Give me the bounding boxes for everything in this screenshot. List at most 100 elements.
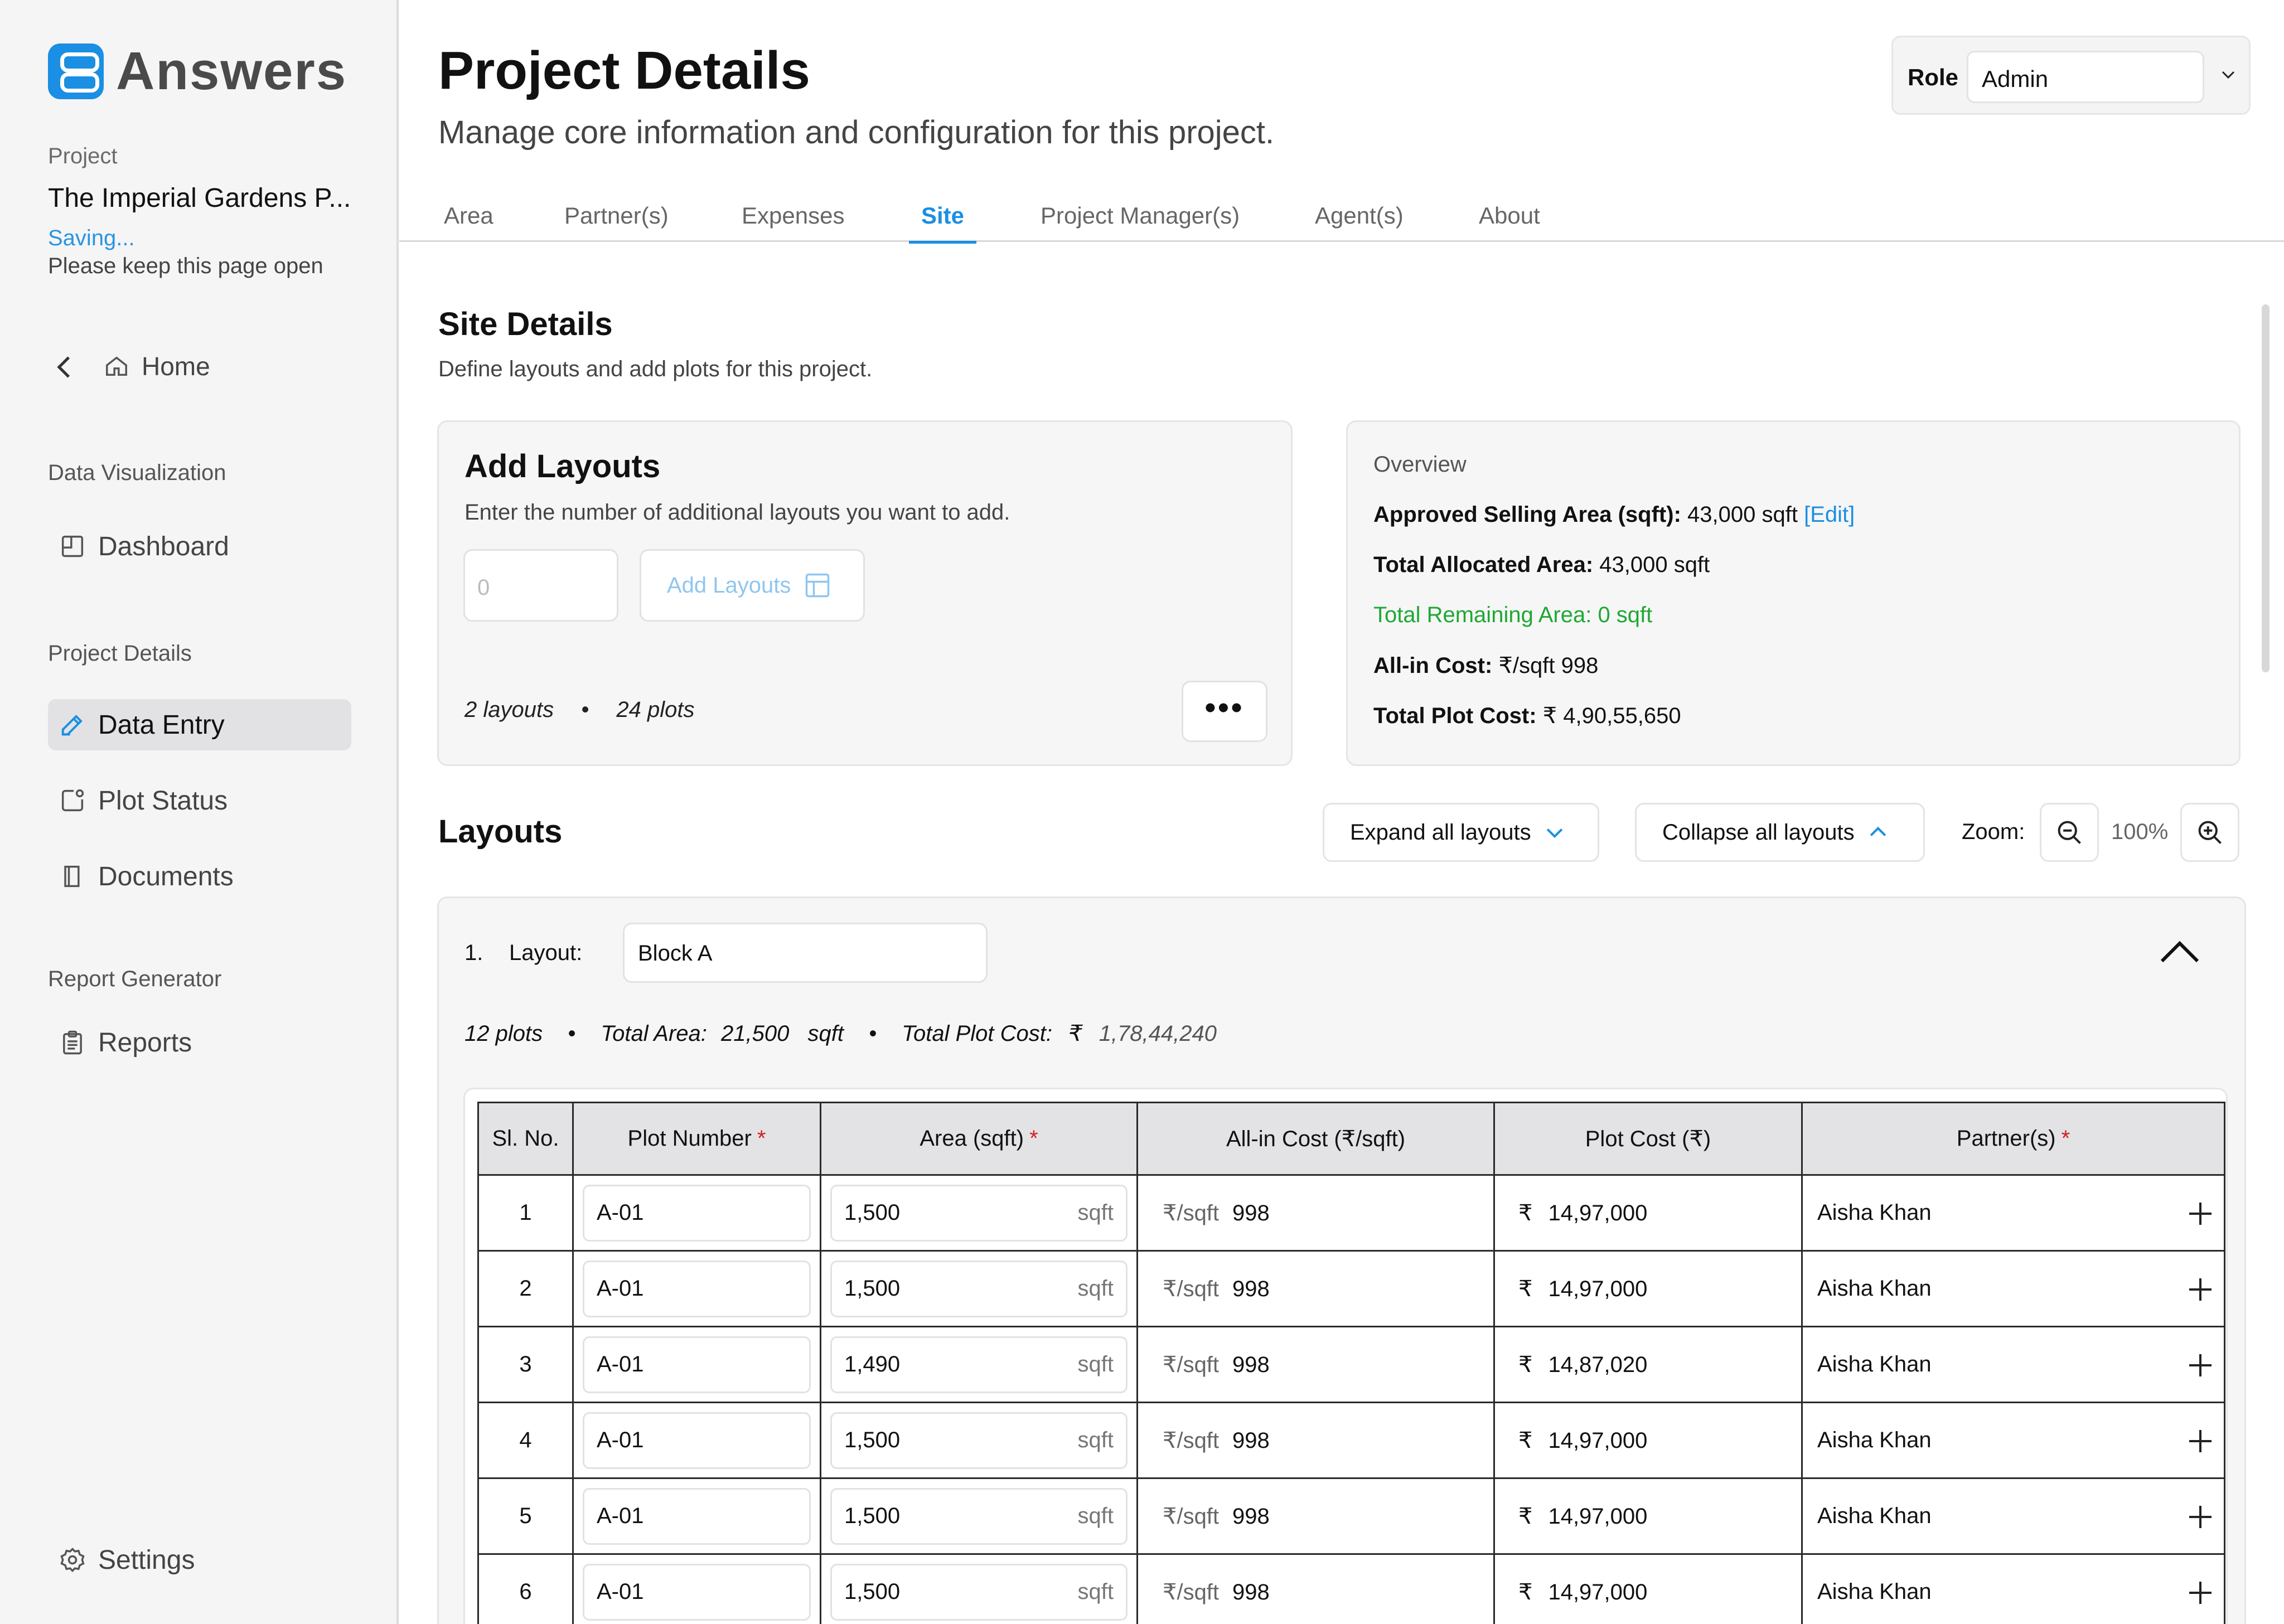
plot-number-cell: A-01 [572, 1326, 821, 1403]
plot-number-cell: A-01 [572, 1402, 821, 1479]
sidebar-item-label: Documents [98, 861, 234, 891]
partner-cell: Aisha Khan [1801, 1402, 2225, 1479]
sl-no-cell: 1 [477, 1174, 574, 1252]
allin-cost-label: All-in Cost: [1373, 653, 1493, 678]
plot-cost-cell: ₹14,97,000 [1493, 1250, 1803, 1327]
tab-area[interactable]: Area [444, 201, 493, 242]
plot-number-input[interactable]: A-01 [583, 1336, 811, 1393]
layout-cost-value: 1,78,44,240 [1099, 1021, 1217, 1046]
allin-cost-cell: ₹/sqft 998 [1136, 1477, 1495, 1555]
zoom-out-icon [2058, 821, 2081, 844]
app-name: Answers [116, 41, 347, 101]
partner-cell: Aisha Khan [1801, 1250, 2225, 1327]
home-icon [106, 356, 127, 376]
area-input[interactable]: 1,500 sqft [830, 1487, 1128, 1545]
sidebar-item-plot-status[interactable]: Plot Status [48, 775, 351, 826]
sidebar-item-reports[interactable]: Reports [48, 1017, 351, 1068]
plot-number-input[interactable]: A-01 [583, 1260, 811, 1317]
required-marker: * [2061, 1126, 2070, 1151]
header-sl-no: Sl. No. [477, 1102, 574, 1176]
add-layouts-button[interactable]: Add Layouts [640, 549, 865, 622]
currency-symbol: ₹ [1518, 1504, 1533, 1529]
layout-name-input[interactable]: Block A [623, 923, 988, 983]
layout-cost-label: Total Plot Cost: [902, 1021, 1052, 1046]
area-cell: 1,490 sqft [820, 1326, 1138, 1403]
zoom-in-icon [2198, 821, 2222, 844]
table-row: 6 A-01 1,500 sqft ₹/sqft 998 ₹14,97,000 Aisha K… [477, 1553, 2225, 1624]
tab-expenses[interactable]: Expenses [742, 201, 844, 242]
nav-section-project-details: Project Details [48, 641, 192, 666]
approved-area-label: Approved Selling Area (sqft): [1373, 502, 1681, 527]
tab-partners[interactable]: Partner(s) [564, 201, 669, 242]
partner-cell: Aisha Khan [1801, 1326, 2225, 1403]
plot-number-input[interactable]: A-01 [583, 1563, 811, 1621]
tab-project-managers[interactable]: Project Manager(s) [1041, 201, 1240, 242]
add-partner-icon[interactable] [2189, 1278, 2212, 1301]
more-options-button[interactable]: ••• [1182, 681, 1267, 742]
plot-number-input[interactable]: A-01 [583, 1184, 811, 1242]
total-plot-cost-value: ₹ 4,90,55,650 [1542, 704, 1681, 728]
sl-no-cell: 6 [477, 1553, 574, 1624]
layout-summary: 2 layouts • 24 plots [464, 697, 694, 723]
sl-no-cell: 4 [477, 1402, 574, 1479]
zoom-out-button[interactable] [2040, 803, 2099, 862]
add-layouts-subtitle: Enter the number of additional layouts y… [464, 500, 1010, 525]
chevron-down-icon[interactable] [2220, 66, 2237, 83]
role-selector: Role Admin [1891, 36, 2251, 115]
allin-cost-cell: ₹/sqft 998 [1136, 1250, 1495, 1327]
sidebar-item-label: Reports [98, 1027, 192, 1058]
dashboard-icon [61, 535, 84, 558]
add-partner-icon[interactable] [2189, 1203, 2212, 1225]
chevron-up-icon [1870, 826, 1886, 836]
back-icon[interactable] [54, 355, 76, 377]
add-partner-icon[interactable] [2189, 1430, 2212, 1452]
plot-number-cell: A-01 [572, 1174, 821, 1252]
clipboard-icon [63, 1030, 82, 1055]
expand-all-button[interactable]: Expand all layouts [1323, 803, 1599, 862]
plot-number-input[interactable]: A-01 [583, 1487, 811, 1545]
area-cell: 1,500 sqft [820, 1553, 1138, 1624]
sidebar: Answers Project The Imperial Gardens P..… [0, 0, 399, 1624]
area-input[interactable]: 1,500 sqft [830, 1563, 1128, 1621]
allocated-area-label: Total Allocated Area: [1373, 552, 1594, 577]
add-partner-icon[interactable] [2189, 1506, 2212, 1528]
area-input[interactable]: 1,500 sqft [830, 1260, 1128, 1317]
home-nav[interactable]: Home [54, 351, 210, 381]
role-dropdown[interactable]: Admin [1967, 51, 2204, 103]
add-partner-icon[interactable] [2189, 1354, 2212, 1376]
layout-count: 2 layouts [464, 697, 554, 722]
project-label: Project [48, 144, 118, 168]
tab-site[interactable]: Site [908, 201, 977, 244]
currency-symbol: ₹ [1518, 1352, 1533, 1377]
header-allin-cost: All-in Cost (₹/sqft) [1136, 1102, 1495, 1176]
area-input[interactable]: 1,500 sqft [830, 1412, 1128, 1469]
page-scrollbar[interactable] [2262, 304, 2270, 672]
chevron-up-icon[interactable] [2157, 938, 2202, 966]
area-input[interactable]: 1,490 sqft [830, 1336, 1128, 1393]
sidebar-item-documents[interactable]: Documents [48, 851, 351, 902]
cost-unit: ₹/sqft [1163, 1428, 1220, 1453]
zoom-in-button[interactable] [2180, 803, 2239, 862]
plot-cost-cell: ₹14,97,000 [1493, 1553, 1803, 1624]
area-unit: sqft [1077, 1504, 1114, 1528]
sidebar-item-data-entry[interactable]: Data Entry [48, 699, 351, 750]
area-cell: 1,500 sqft [820, 1174, 1138, 1252]
approved-area-value: 43,000 sqft [1687, 502, 1798, 527]
app-logo[interactable]: Answers [48, 43, 347, 99]
layout-count-input[interactable]: 0 [463, 549, 618, 622]
sidebar-item-settings[interactable]: Settings [48, 1534, 351, 1586]
area-input[interactable]: 1,500 sqft [830, 1184, 1128, 1242]
cost-unit: ₹/sqft [1163, 1276, 1220, 1301]
plot-number-input[interactable]: A-01 [583, 1412, 811, 1469]
total-plot-cost-line: Total Plot Cost: ₹ 4,90,55,650 [1373, 703, 1681, 729]
collapse-all-button[interactable]: Collapse all layouts [1635, 803, 1925, 862]
layout-card: 1. Layout: Block A 12 plots • Total Area… [437, 896, 2246, 1624]
table-row: 3 A-01 1,490 sqft ₹/sqft 998 ₹14,87,020 Aisha K… [477, 1326, 2225, 1403]
allin-cost-cell: ₹/sqft 998 [1136, 1174, 1495, 1252]
add-partner-icon[interactable] [2189, 1582, 2212, 1604]
allin-cost-cell: ₹/sqft 998 [1136, 1402, 1495, 1479]
tab-agents[interactable]: Agent(s) [1315, 201, 1404, 242]
tab-about[interactable]: About [1479, 201, 1540, 242]
edit-approved-area-link[interactable]: [Edit] [1804, 502, 1855, 527]
sidebar-item-dashboard[interactable]: Dashboard [48, 521, 351, 572]
